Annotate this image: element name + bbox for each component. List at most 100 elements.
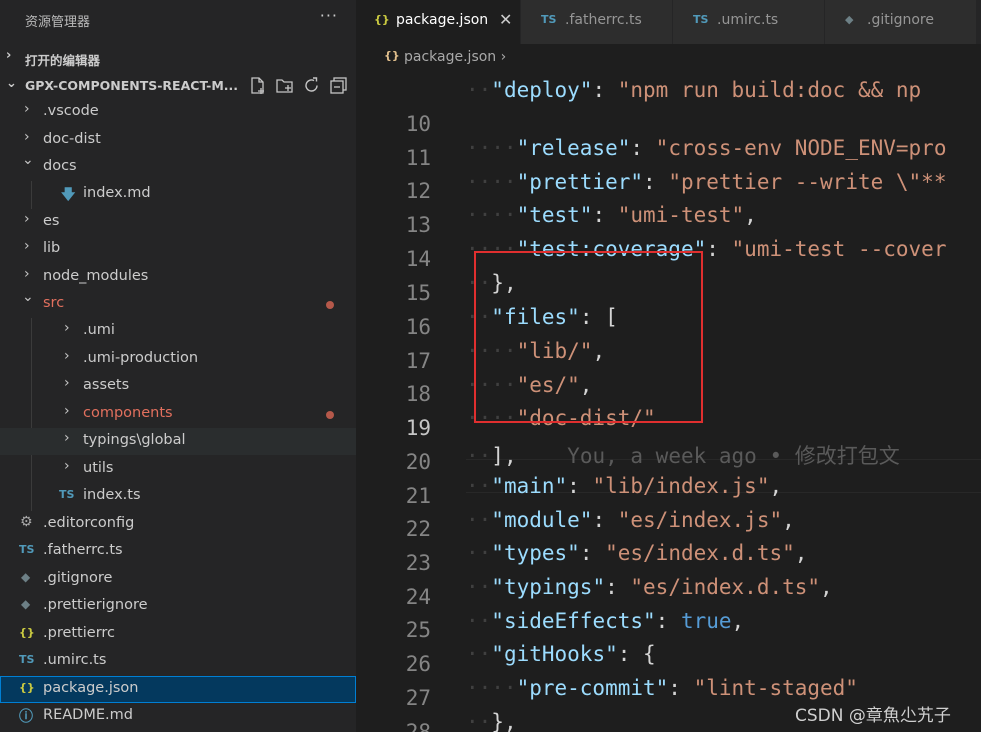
code-line: ··"deploy": "npm run build:doc && np: [466, 78, 922, 102]
tree-folder-utils[interactable]: › utils: [0, 456, 356, 483]
tree-item-label: node_modules: [43, 268, 149, 284]
tree-item-label: components: [83, 405, 173, 421]
code-line: 25 ··"gitHooks": {: [356, 594, 981, 666]
typescript-icon: TS: [19, 653, 35, 666]
modified-indicator: [326, 301, 334, 309]
highlight-box: [474, 251, 703, 423]
project-root-label: GPX-COMPONENTS-REACT-M...: [25, 78, 239, 93]
typescript-icon: TS: [59, 488, 75, 501]
tree-file-readme[interactable]: ⓘ README.md: [0, 703, 356, 730]
tree-item-label: .umi-production: [83, 350, 199, 366]
typescript-icon: TS: [19, 543, 35, 556]
tree-folder-node-modules[interactable]: › node_modules: [0, 264, 356, 291]
tree-file-index-md[interactable]: 🡇 index.md: [0, 181, 356, 208]
ignore-file-icon: ◆: [21, 597, 31, 611]
git-icon: ◆: [845, 13, 854, 26]
tree-file-index-ts[interactable]: TS index.ts: [0, 483, 356, 510]
tree-file-prettierrc[interactable]: {} .prettierrc: [0, 621, 356, 648]
json-braces-icon: {}: [19, 626, 35, 639]
json-braces-icon: {}: [384, 49, 400, 62]
new-folder-icon[interactable]: [275, 76, 294, 95]
tab-package-json[interactable]: {} package.json ✕: [356, 0, 521, 44]
explorer-title: 资源管理器: [25, 15, 91, 30]
tree-file-umirc[interactable]: TS .umirc.ts: [0, 648, 356, 675]
tree-item-label: doc-dist: [43, 131, 101, 147]
chevron-down-icon: ⌄: [6, 76, 17, 91]
code-line: 20 ··"main": "lib/index.js",: [356, 426, 981, 498]
chevron-down-icon: ⌄: [22, 152, 34, 168]
refresh-icon[interactable]: [302, 76, 321, 95]
code-line: 10 ····"release": "cross-env NODE_ENV=pr…: [356, 88, 981, 160]
close-icon[interactable]: ✕: [499, 10, 512, 29]
gear-icon: ⚙: [20, 514, 33, 530]
tree-item-label: typings\global: [83, 432, 186, 448]
chevron-right-icon: ›: [24, 211, 30, 227]
tree-item-label: .gitignore: [43, 570, 113, 586]
tree-item-label: .vscode: [43, 103, 99, 119]
tree-item-label: .fatherrc.ts: [43, 542, 123, 558]
tree-file-gitignore[interactable]: ◆ .gitignore: [0, 566, 356, 593]
watermark: CSDN @章魚尐艽子: [795, 706, 951, 726]
tree-file-fatherrc[interactable]: TS .fatherrc.ts: [0, 538, 356, 565]
tree-folder-umi[interactable]: › .umi: [0, 318, 356, 345]
typescript-icon: TS: [693, 13, 709, 26]
code-line: 13 ····"test:coverage": "umi-test --cove…: [356, 189, 981, 261]
code-line: 12 ····"test": "umi-test",: [356, 155, 981, 227]
tab-umirc[interactable]: TS .umirc.ts: [673, 0, 825, 44]
tab-label: .gitignore: [867, 12, 934, 28]
tree-item-label: .prettierignore: [43, 597, 148, 613]
new-file-icon[interactable]: [248, 76, 267, 95]
code-line: 24 ··"sideEffects": true,: [356, 561, 981, 633]
tree-folder-umi-production[interactable]: › .umi-production: [0, 346, 356, 373]
tree-folder-lib[interactable]: › lib: [0, 236, 356, 263]
code-line: 22 ··"types": "es/index.d.ts",: [356, 493, 981, 565]
tree-item-label: assets: [83, 377, 130, 393]
tab-label: .umirc.ts: [717, 12, 779, 28]
tree-file-editorconfig[interactable]: ⚙ .editorconfig: [0, 511, 356, 538]
modified-indicator: [326, 411, 334, 419]
tree-folder-vscode[interactable]: › .vscode: [0, 99, 356, 126]
info-icon: ⓘ: [19, 709, 33, 725]
chevron-right-icon: ›: [64, 320, 70, 336]
tree-folder-doc-dist[interactable]: › doc-dist: [0, 127, 356, 154]
chevron-right-icon: ›: [24, 129, 30, 145]
tree-item-label: index.md: [83, 185, 151, 201]
tree-item-label: .prettierrc: [43, 625, 116, 641]
tree-file-package-json[interactable]: {} package.json: [0, 676, 356, 703]
tree-item-label: index.ts: [83, 487, 141, 503]
tree-folder-src[interactable]: ⌄ src: [0, 289, 356, 318]
tree-folder-es[interactable]: › es: [0, 209, 356, 236]
tab-gitignore[interactable]: ◆ .gitignore: [825, 0, 977, 44]
collapse-all-icon[interactable]: [329, 76, 348, 95]
tree-folder-components[interactable]: › components: [0, 401, 356, 428]
code-line: 21 ··"module": "es/index.js",: [356, 460, 981, 532]
tree-item-label: package.json: [43, 680, 139, 696]
breadcrumb-item[interactable]: package.json ›: [404, 49, 506, 65]
tree-folder-docs[interactable]: ⌄ docs: [0, 152, 356, 181]
code-line: 11 ····"prettier": "prettier --write \"*…: [356, 122, 981, 194]
json-braces-icon: {}: [19, 681, 35, 694]
open-editors-section[interactable]: › 打开的编辑器: [0, 44, 356, 71]
chevron-right-icon: ›: [6, 48, 12, 63]
chevron-right-icon: ›: [64, 403, 70, 419]
chevron-right-icon: ›: [500, 49, 507, 65]
project-root-section[interactable]: ⌄ GPX-COMPONENTS-REACT-M...: [0, 72, 356, 99]
tree-item-label: .editorconfig: [43, 515, 135, 531]
markdown-download-icon: 🡇: [61, 187, 76, 203]
chevron-right-icon: ›: [24, 101, 30, 117]
tree-file-prettierignore[interactable]: ◆ .prettierignore: [0, 593, 356, 620]
tree-item-label: utils: [83, 460, 114, 476]
tab-fatherrc[interactable]: TS .fatherrc.ts: [521, 0, 673, 44]
tab-label: .fatherrc.ts: [565, 12, 642, 28]
chevron-right-icon: ›: [64, 348, 70, 364]
code-line: 27 ··},: [356, 662, 981, 732]
git-icon: ◆: [21, 570, 31, 584]
code-line: 23 ··"typings": "es/index.d.ts",: [356, 527, 981, 599]
tree-item-label: lib: [43, 240, 61, 256]
tree-folder-typings-global[interactable]: › typings\global: [0, 428, 356, 455]
typescript-icon: TS: [541, 13, 557, 26]
tree-folder-assets[interactable]: › assets: [0, 373, 356, 400]
chevron-right-icon: ›: [64, 375, 70, 391]
more-actions-icon[interactable]: ···: [320, 6, 338, 25]
tree-item-label: .umi: [83, 322, 115, 338]
